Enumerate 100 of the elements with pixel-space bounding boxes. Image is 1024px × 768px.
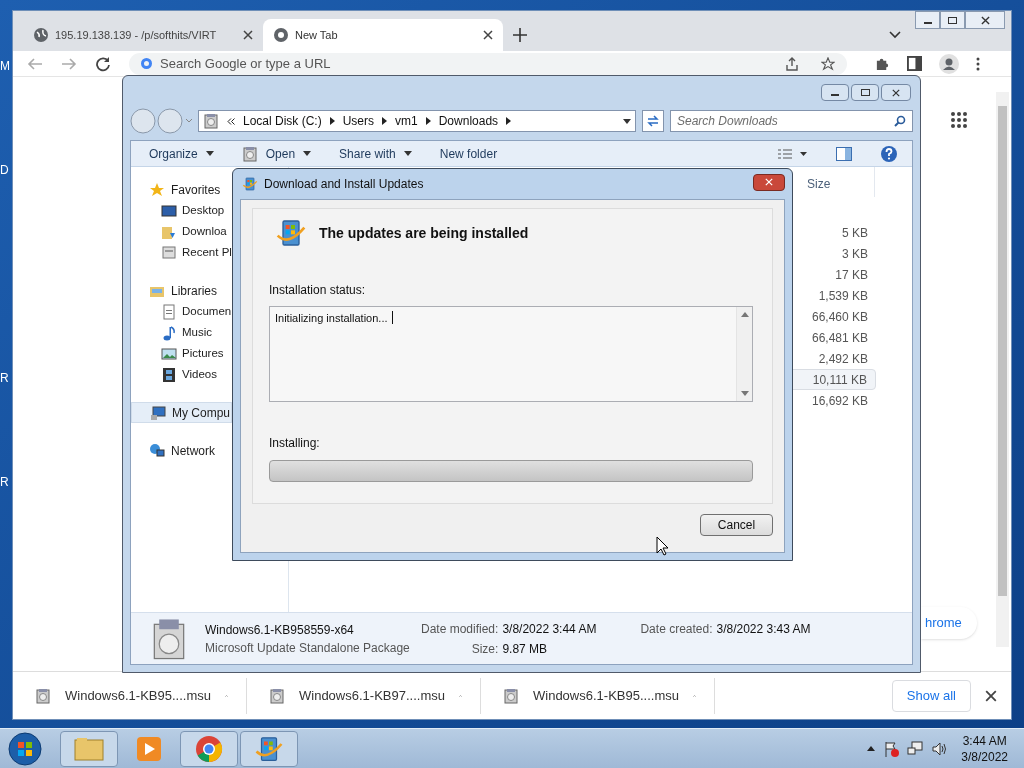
- star-icon[interactable]: [821, 56, 835, 71]
- nav-item[interactable]: Libraries: [131, 280, 232, 301]
- page-button[interactable]: hrome: [921, 607, 977, 639]
- window-title: Download and Install Updates: [264, 176, 425, 193]
- speaker-icon[interactable]: [931, 740, 948, 757]
- dialog-heading: The updates are being installed: [319, 223, 529, 243]
- caret-icon: [303, 151, 312, 156]
- music-note-icon: [161, 324, 177, 341]
- clock-time: 3:44 AM: [962, 732, 1007, 749]
- nav-label: Favorites: [171, 181, 221, 199]
- network-icon: [149, 442, 165, 459]
- omnibox[interactable]: Search Google or type a URL: [129, 52, 847, 75]
- reload-icon[interactable]: [95, 55, 111, 72]
- network-icon[interactable]: [907, 740, 924, 757]
- desktop-icon-label: R: [0, 372, 9, 384]
- taskbar-button[interactable]: [180, 730, 238, 767]
- share-icon[interactable]: [785, 56, 799, 71]
- minimize-button[interactable]: [821, 84, 849, 101]
- show-hidden-icons-icon[interactable]: [867, 746, 876, 751]
- size-cell-text: 16,692 KB: [811, 392, 868, 410]
- close-button[interactable]: [881, 84, 911, 101]
- browser-tab[interactable]: New Tab: [263, 19, 503, 51]
- cancel-button[interactable]: Cancel: [700, 514, 773, 536]
- download-filename: Windows6.1-KB97....msu: [299, 686, 445, 705]
- chevron-icon: [425, 117, 431, 125]
- media-player-icon: [136, 735, 162, 762]
- chevron-icon: [329, 117, 335, 125]
- caret-icon: [205, 151, 214, 156]
- omnibox-placeholder: Search Google or type a URL: [160, 57, 332, 70]
- nav-item[interactable]: Network: [131, 440, 232, 461]
- nav-label: Documen: [182, 303, 232, 319]
- clock-date: 3/8/2022: [961, 748, 1008, 765]
- nav-item[interactable]: Desktop: [131, 200, 232, 221]
- toolbar-button[interactable]: Share with: [339, 144, 412, 163]
- nav-label: Music: [182, 324, 213, 340]
- shelf-item[interactable]: Windows6.1-KB97....msu: [247, 677, 481, 714]
- maximize-button[interactable]: [940, 11, 965, 29]
- profile-avatar-icon[interactable]: [939, 53, 959, 74]
- desktop-icon-label: M: [0, 60, 10, 72]
- size-cell-text: 66,481 KB: [811, 329, 868, 347]
- nav-item[interactable]: Music: [131, 322, 232, 343]
- breadcrumb-item[interactable]: Downloads: [438, 112, 499, 130]
- nav-item[interactable]: Videos: [131, 364, 232, 385]
- toolbar-button[interactable]: New folder: [439, 144, 498, 163]
- minimize-button[interactable]: [915, 11, 940, 29]
- nav-item[interactable]: My Compu: [131, 402, 232, 423]
- address-bar[interactable]: Local Disk (C:) Users vm1 Downloads: [198, 110, 636, 132]
- download-filename: Windows6.1-KB95....msu: [533, 686, 679, 705]
- refresh-icon[interactable]: [642, 110, 664, 132]
- breadcrumb-item[interactable]: vm1: [395, 112, 418, 130]
- chevron-icon: [506, 117, 512, 125]
- status-label: Installation status:: [269, 282, 367, 299]
- shelf-item[interactable]: Windows6.1-KB95....msu: [13, 677, 247, 714]
- chevron-down-icon[interactable]: [889, 31, 901, 39]
- tab-title: New Tab: [295, 27, 339, 43]
- detail-value: 3/8/2022 3:43 AM: [716, 620, 811, 638]
- close-button[interactable]: [753, 173, 785, 191]
- package-icon: [503, 687, 519, 704]
- breadcrumb-item[interactable]: Users: [342, 112, 375, 130]
- close-icon: [765, 178, 773, 186]
- windows-logo-icon: [8, 731, 42, 766]
- taskbar-button[interactable]: [240, 730, 298, 767]
- nav-item[interactable]: Favorites: [131, 179, 232, 200]
- browser-tab[interactable]: 195.19.138.139 - /p/softhits/VIRT: [23, 19, 263, 51]
- new-tab-icon[interactable]: [513, 28, 527, 42]
- puzzle-piece-icon[interactable]: [875, 56, 890, 71]
- nav-item[interactable]: Pictures: [131, 343, 232, 364]
- close-icon: [243, 30, 253, 40]
- double-chevron-icon[interactable]: [227, 117, 235, 125]
- close-icon: [892, 88, 900, 97]
- nav-item[interactable]: Downloa: [131, 221, 232, 242]
- star-icon: [149, 181, 165, 198]
- menu-icon[interactable]: [976, 56, 980, 71]
- show-all-button[interactable]: Show all: [891, 679, 971, 712]
- help-icon[interactable]: [880, 144, 898, 163]
- maximize-button[interactable]: [851, 84, 879, 101]
- column-header[interactable]: Size: [799, 167, 875, 197]
- breadcrumb-item[interactable]: Local Disk (C:): [243, 112, 322, 130]
- close-button[interactable]: [965, 11, 1005, 29]
- action-center-icon[interactable]: [883, 740, 900, 757]
- nav-label: Recent Pl: [182, 244, 232, 260]
- mouse-pointer-icon: [656, 536, 669, 556]
- status-text-area[interactable]: Initializing installation...: [269, 306, 753, 402]
- shelf-item[interactable]: Windows6.1-KB95....msu: [481, 677, 715, 714]
- nav-item[interactable]: Documen: [131, 301, 232, 322]
- nav-label: My Compu: [172, 404, 230, 422]
- toolbar-button[interactable]: Open: [241, 144, 312, 163]
- picture-icon: [161, 345, 177, 362]
- toolbar-button[interactable]: Organize: [149, 144, 214, 163]
- view-options-icon[interactable]: [778, 147, 808, 160]
- close-icon: [980, 15, 990, 25]
- apps-grid-icon[interactable]: [950, 111, 968, 129]
- scroll-up-icon[interactable]: [740, 312, 749, 317]
- nav-item[interactable]: Recent Pl: [131, 242, 232, 263]
- close-icon: [483, 30, 493, 40]
- preview-pane-icon[interactable]: [836, 146, 852, 161]
- search-icon[interactable]: [894, 115, 906, 127]
- side-panel-icon[interactable]: [907, 56, 922, 71]
- search-field[interactable]: Search Downloads: [670, 110, 913, 132]
- package-icon: [35, 687, 51, 704]
